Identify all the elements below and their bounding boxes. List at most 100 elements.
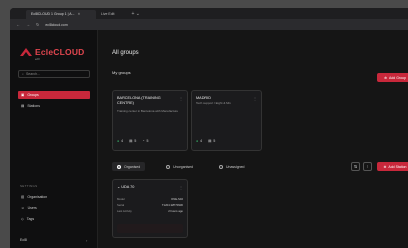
back-icon[interactable]: ←: [16, 22, 20, 27]
more-options-icon[interactable]: ⋮: [179, 96, 183, 101]
stations-stat: ▤ 5: [129, 139, 136, 143]
browser-tab-bar: Ecl8CLOUD 1 Group 1 | A... ✕ Live Edit +…: [10, 8, 408, 19]
tab-title: Ecl8CLOUD 1 Group 1 | A...: [31, 12, 75, 16]
logo-text: EcleCLOUD: [35, 47, 85, 57]
filter-button[interactable]: ⫶: [363, 162, 372, 171]
filter-label: Organised: [124, 164, 141, 169]
section-title: My groups: [112, 70, 131, 75]
radio-icon: [219, 164, 224, 169]
add-station-label: Add Station: [388, 164, 407, 169]
station-icon: ▤: [129, 139, 133, 143]
online-icon: ●: [117, 139, 120, 143]
page-title: All groups: [112, 50, 139, 56]
browser-tab-2[interactable]: Live Edit: [96, 10, 119, 19]
search-input[interactable]: ⌕ Search...: [18, 70, 90, 78]
sort-button[interactable]: ⇅: [351, 162, 360, 171]
plus-icon: ⊕: [383, 164, 387, 169]
add-group-button[interactable]: ⊕ Add Group: [377, 73, 408, 82]
sidebar: EcleCLOUD ecl8 ⌕ Search... ▣ Groups ▤ St…: [10, 30, 98, 248]
station-row: Serial T1204-WP70930: [117, 203, 183, 207]
online-stat: ● 4: [117, 139, 123, 143]
filter-unassigned[interactable]: Unassigned: [214, 162, 249, 171]
url-bar: ← → ↻ ecl8cloud.com: [10, 19, 408, 30]
stat-value: 5: [146, 139, 149, 143]
tag-icon: ◇: [21, 217, 24, 221]
settings-heading: SETTINGS: [20, 184, 38, 188]
station-title: ⌄ UDA 70: [117, 185, 134, 190]
sort-icon: ⇅: [353, 164, 358, 169]
sidebar-item-groups[interactable]: ▣ Groups: [18, 91, 90, 99]
filter-icon: ⫶: [367, 164, 368, 169]
url-field[interactable]: ecl8cloud.com: [45, 23, 67, 27]
stat-value: 4: [121, 139, 124, 143]
group-description: Tech support / Eight & Mix: [196, 101, 231, 105]
add-group-label: Add Group: [389, 75, 406, 80]
add-station-button[interactable]: ⊕ Add Station: [377, 162, 408, 171]
group-stats: ● 4 ▤ 5 ◔ 5: [117, 139, 148, 143]
row-key: Model: [117, 197, 125, 201]
station-row: Model ONE-S40: [117, 197, 183, 201]
close-icon[interactable]: ✕: [78, 10, 81, 19]
sidebar-item-label: Tags: [26, 217, 35, 221]
sidebar-item-label: Organisation: [27, 195, 48, 199]
plus-icon: ⊕: [384, 75, 387, 80]
building-icon: ▥: [21, 195, 25, 199]
sidebar-item-organisation[interactable]: ▥ Organisation: [18, 193, 90, 201]
group-card[interactable]: MADRID ⋮ Tech support / Eight & Mix ● 4 ▤…: [191, 90, 262, 151]
sidebar-item-label: Stations: [27, 104, 40, 108]
chevron-right-icon[interactable]: ›: [86, 238, 87, 243]
new-tab-icon[interactable]: + ⌄: [131, 11, 140, 17]
sidebar-item-label: Users: [27, 206, 37, 210]
radio-icon: [166, 164, 171, 169]
row-value: 2 hours ago: [168, 209, 183, 213]
stat-value: 4: [200, 139, 203, 143]
search-icon: ⌕: [22, 72, 24, 76]
logo: EcleCLOUD: [20, 47, 85, 57]
sidebar-item-stations[interactable]: ▤ Stations: [18, 102, 90, 110]
row-key: Serial: [117, 203, 125, 207]
station-card[interactable]: ⌄ UDA 70 ⋮ Model ONE-S40 Serial T1204-WP…: [112, 179, 188, 238]
online-icon: ●: [196, 139, 199, 143]
filter-label: Unassigned: [226, 164, 245, 169]
group-title: MADRID: [196, 96, 211, 100]
row-value: ONE-S40: [171, 197, 183, 201]
logo-subtitle: ecl8: [35, 58, 40, 61]
filter-unorganised[interactable]: Unorganised: [161, 162, 198, 171]
app-window: Ecl8CLOUD 1 Group 1 | A... ✕ Live Edit +…: [10, 8, 408, 248]
group-card[interactable]: BARCELONA (TRAINING CENTRE) ⋮ Training c…: [112, 90, 188, 151]
stations-icon: ▤: [21, 104, 25, 108]
online-stat: ● 4: [196, 139, 202, 143]
station-status-bar: [117, 224, 183, 233]
sidebar-item-users[interactable]: ☺ Users: [18, 204, 90, 212]
row-key: Last Activity: [117, 209, 132, 213]
group-stats: ● 4 ▤ 5: [196, 139, 215, 143]
radio-selected-icon: [117, 164, 121, 169]
stat-value: 5: [134, 139, 137, 143]
alerts-stat: ◔ 5: [142, 139, 148, 143]
row-value: T1204-WP70930: [161, 203, 183, 207]
stat-value: 5: [213, 139, 216, 143]
station-filter-group: Organised Unorganised Unassigned: [112, 162, 250, 171]
sidebar-item-tags[interactable]: ◇ Tags: [18, 215, 90, 223]
station-icon: ▤: [208, 139, 212, 143]
more-options-icon[interactable]: ⋮: [179, 185, 183, 190]
alert-icon: ◔: [142, 139, 145, 143]
browser-tab[interactable]: Ecl8CLOUD 1 Group 1 | A... ✕: [26, 10, 96, 19]
filter-organised[interactable]: Organised: [112, 162, 146, 171]
group-title: BARCELONA (TRAINING CENTRE): [117, 96, 161, 105]
users-icon: ☺: [21, 206, 25, 210]
group-description: Training center in Barcelona with Manufa…: [117, 109, 179, 113]
user-name[interactable]: Ecl8: [20, 238, 27, 242]
more-options-icon[interactable]: ⋮: [253, 96, 257, 101]
stations-stat: ▤ 5: [208, 139, 215, 143]
tab-title-2: Live Edit: [101, 12, 115, 16]
groups-icon: ▣: [21, 93, 25, 97]
search-placeholder: Search...: [25, 72, 40, 76]
reload-icon[interactable]: ↻: [36, 22, 39, 27]
forward-icon[interactable]: →: [26, 22, 30, 27]
sidebar-item-label: Groups: [27, 93, 39, 97]
logo-mark-icon: [20, 48, 32, 56]
station-name: UDA 70: [121, 185, 135, 189]
chevron-down-icon: ⌄: [117, 185, 121, 189]
main-content: All groups My groups ⊕ Add Group BARCELO…: [99, 30, 408, 248]
